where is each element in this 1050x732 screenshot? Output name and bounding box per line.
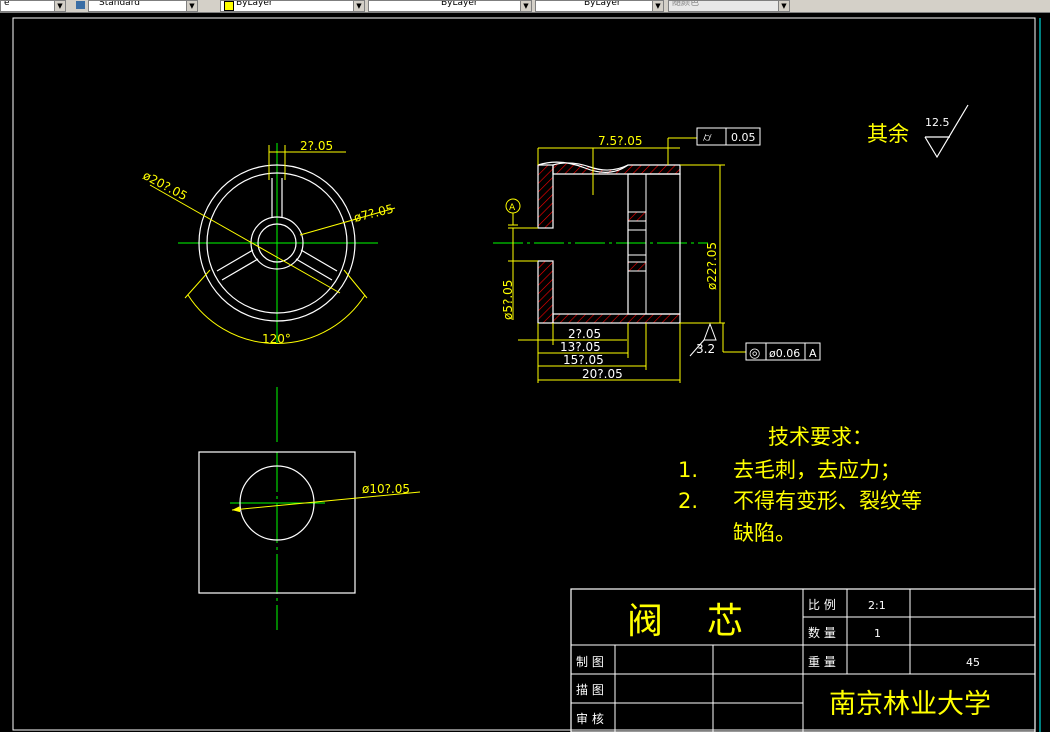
dim-right-dia: ø22?.05 <box>705 242 719 290</box>
requirement-2-number: 2. <box>678 489 698 513</box>
tolerance-value: 0.05 <box>731 131 756 144</box>
part-name-1: 阀 <box>627 601 663 642</box>
dim-slot-width: 2?.05 <box>300 139 333 153</box>
weight-value: 45 <box>966 656 980 669</box>
text-style-combo[interactable]: e ▼ <box>0 0 66 12</box>
part-name-2: 芯 <box>707 601 743 642</box>
qty-label: 数 量 <box>808 625 836 640</box>
school-name: 南京林业大学 <box>829 689 991 720</box>
scale-label: 比 例 <box>808 598 836 612</box>
surface-label: 其余 <box>867 122 909 146</box>
requirement-2-continued: 缺陷。 <box>733 521 796 545</box>
spoke-right-b <box>295 258 333 281</box>
lineweight-combo[interactable]: ByLayer ▼ <box>535 0 664 12</box>
surface-value: 12.5 <box>925 116 950 129</box>
requirement-2-text: 不得有变形、裂纹等 <box>733 489 922 513</box>
spoke-left-b <box>221 258 259 281</box>
chevron-down-icon[interactable]: ▼ <box>54 1 65 11</box>
dim-style-icon[interactable] <box>76 1 85 9</box>
plot-style-value: 随颜色 <box>672 0 700 8</box>
color-swatch-icon <box>224 1 234 11</box>
requirement-1-number: 1. <box>678 458 698 482</box>
roughness-check-symbol <box>924 104 969 159</box>
dim-h1: 2?.05 <box>568 327 601 341</box>
top-wall <box>552 162 681 175</box>
chevron-down-icon[interactable]: ▼ <box>353 1 364 11</box>
bottom-wall <box>552 313 681 324</box>
dim-outer-dia: ø20?.05 <box>141 168 190 203</box>
left-wall-upper <box>537 164 554 229</box>
technical-requirements: 技术要求： 1. 去毛刺，去应力； 2. 不得有变形、裂纹等 缺陷。 <box>678 425 922 545</box>
front-view: 2?.05 ø20?.05 ø7?.05 120° <box>141 139 396 346</box>
concentricity-symbol: ◎ <box>749 346 760 361</box>
dim-h4: 20?.05 <box>582 367 623 381</box>
chevron-down-icon[interactable]: ▼ <box>778 1 789 11</box>
text-style-value: e <box>4 0 10 8</box>
dim-line <box>149 184 341 294</box>
dim-h2: 13?.05 <box>560 340 601 354</box>
left-wall-lower <box>537 260 554 324</box>
plot-style-combo[interactable]: 随颜色 ▼ <box>668 0 790 12</box>
hub-body <box>627 173 681 315</box>
qty-value: 1 <box>874 627 881 640</box>
requirements-title: 技术要求： <box>768 425 873 449</box>
chevron-down-icon[interactable]: ▼ <box>186 1 197 11</box>
section-view: 7.5?.05 ⌭ 0.05 ø22?.05 A ø5?.05 2?.05 13… <box>493 127 821 383</box>
dim-bore-dia: ø5?.05 <box>501 280 515 320</box>
linetype-combo[interactable]: ByLayer ▼ <box>368 0 532 12</box>
linetype-value: ByLayer <box>441 0 478 8</box>
layer-color-value: ByLayer <box>236 0 273 8</box>
spoke-right-a <box>300 249 338 272</box>
drawn-label: 制 图 <box>576 655 604 669</box>
checked-label: 审 核 <box>576 711 604 726</box>
title-block: 阀 芯 比 例 2:1 数 量 1 重 量 45 制 图 描 图 审 核 南京林… <box>570 588 1036 732</box>
roughness-symbol <box>703 322 717 341</box>
side-view: ø10?.05 <box>198 387 421 630</box>
spoke-left-a <box>216 249 254 272</box>
dim-ext-line <box>343 269 368 299</box>
drawing-canvas[interactable]: 2?.05 ø20?.05 ø7?.05 120° 7.5?.05 ⌭ 0.05… <box>0 13 1050 732</box>
roughness-value: 3.2 <box>696 342 715 356</box>
scale-value: 2:1 <box>868 599 886 612</box>
dim-side-dia: ø10?.05 <box>362 482 410 496</box>
chevron-down-icon[interactable]: ▼ <box>520 1 531 11</box>
chevron-down-icon[interactable]: ▼ <box>652 1 663 11</box>
weight-label: 重 量 <box>808 655 836 669</box>
dim-hub-dia: ø7?.05 <box>352 202 395 225</box>
flatness-symbol: ⌭ <box>703 130 712 144</box>
lineweight-value: ByLayer <box>584 0 621 8</box>
hub-rib-lower <box>627 261 647 272</box>
properties-toolbar: e ▼ Standard ▼ ByLayer ▼ ByLayer ▼ ByLay… <box>0 0 1050 13</box>
hub-rib-upper <box>627 211 647 222</box>
dim-style-value: Standard <box>99 0 140 8</box>
dim-h3: 15?.05 <box>563 353 604 367</box>
traced-label: 描 图 <box>576 683 604 697</box>
dim-angle: 120° <box>262 332 291 346</box>
requirement-1-text: 去毛刺，去应力； <box>733 458 901 482</box>
datum-label: A <box>509 203 516 213</box>
concentricity-value: ø0.06 <box>769 347 800 360</box>
dim-top: 7.5?.05 <box>598 134 643 148</box>
dim-ext-line <box>184 269 211 299</box>
layer-color-combo[interactable]: ByLayer ▼ <box>220 0 365 12</box>
surface-roughness-note: 其余 12.5 <box>867 104 969 159</box>
concentricity-datum: A <box>809 347 817 360</box>
dim-style-combo[interactable]: Standard ▼ <box>88 0 198 12</box>
